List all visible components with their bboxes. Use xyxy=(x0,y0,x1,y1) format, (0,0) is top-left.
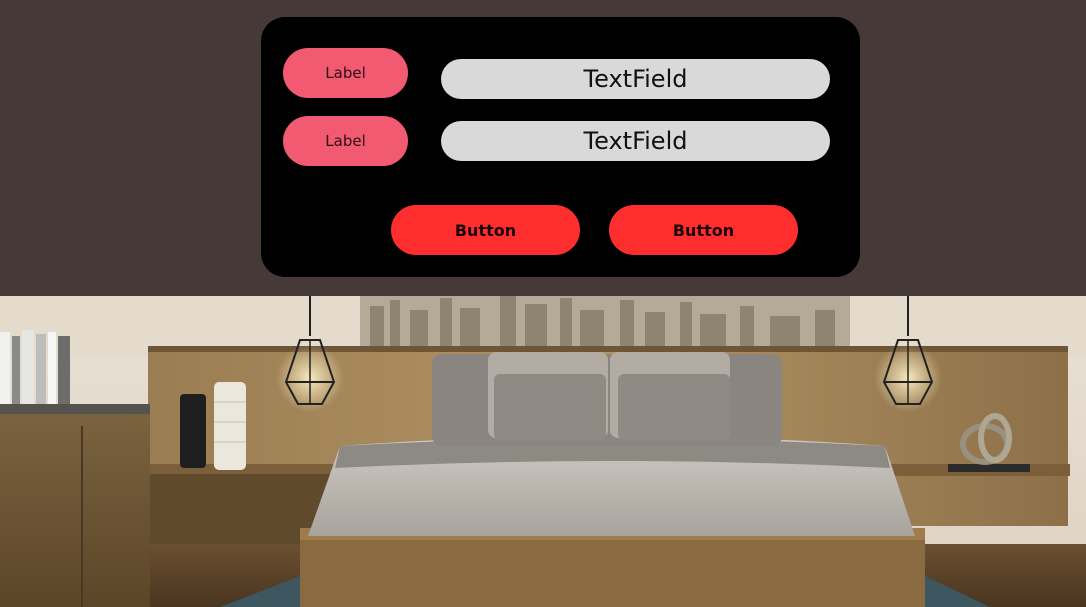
text-field-1[interactable]: TextField xyxy=(441,59,830,99)
form-panel: Label TextField Label TextField Button B… xyxy=(261,17,860,277)
button-1[interactable]: Button xyxy=(391,205,580,255)
label-2: Label xyxy=(283,116,408,166)
button-2[interactable]: Button xyxy=(609,205,798,255)
bedroom-illustration xyxy=(0,296,1086,607)
label-1: Label xyxy=(283,48,408,98)
text-field-2[interactable]: TextField xyxy=(441,121,830,161)
bedroom-background-image xyxy=(0,296,1086,607)
